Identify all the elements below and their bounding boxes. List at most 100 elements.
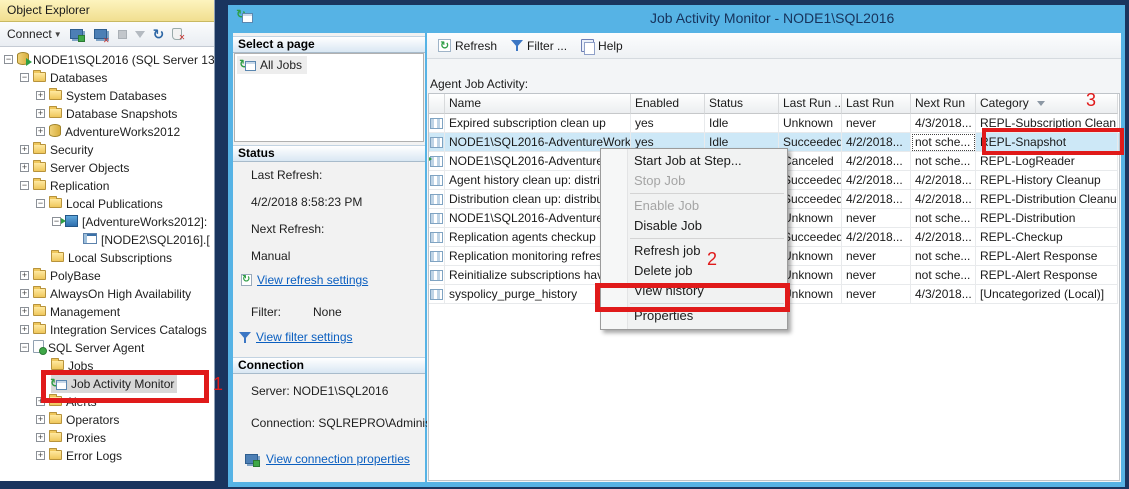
- cell-category[interactable]: REPL-Distribution: [976, 209, 1118, 228]
- cell-next_run[interactable]: not sche...: [911, 133, 976, 152]
- cell-last_run_outcome[interactable]: Unknown: [779, 266, 842, 285]
- tree-item-local-publications[interactable]: − Local Publications: [0, 194, 214, 212]
- expand-toggle[interactable]: +: [36, 109, 45, 119]
- column-header-name[interactable]: Name: [445, 94, 631, 114]
- cell-category[interactable]: REPL-History Cleanup: [976, 171, 1118, 190]
- cell-last_run[interactable]: never: [842, 266, 911, 285]
- column-header-enabled[interactable]: Enabled: [631, 94, 705, 114]
- tree-item-alwayson-high-availability[interactable]: + AlwaysOn High Availability: [0, 284, 214, 302]
- filter-button[interactable]: Filter ...: [504, 36, 574, 56]
- cell-category[interactable]: REPL-LogReader: [976, 152, 1118, 171]
- help-button[interactable]: Help: [574, 36, 630, 56]
- cell-category[interactable]: REPL-Snapshot: [976, 133, 1118, 152]
- menu-item-refresh-job[interactable]: Refresh job: [601, 241, 787, 261]
- tree-item-integration-services-catalogs[interactable]: + Integration Services Catalogs: [0, 320, 214, 338]
- column-header-category[interactable]: Category: [976, 94, 1118, 114]
- expand-toggle[interactable]: +: [36, 127, 45, 137]
- menu-item-properties[interactable]: Properties: [601, 306, 787, 326]
- tree-item-replication[interactable]: − Replication: [0, 176, 214, 194]
- column-header-last-run[interactable]: Last Run: [842, 94, 911, 114]
- cell-last_run[interactable]: 4/2/2018...: [842, 152, 911, 171]
- tree-item-job-activity-monitor[interactable]: Job Activity Monitor: [0, 374, 214, 393]
- expand-toggle[interactable]: +: [20, 271, 29, 281]
- cell-next_run[interactable]: 4/2/2018...: [911, 228, 976, 247]
- collapse-toggle[interactable]: −: [20, 73, 29, 83]
- column-header-next-run[interactable]: Next Run: [911, 94, 976, 114]
- cell-last_run[interactable]: never: [842, 247, 911, 266]
- tree-item-node1-sql2016-sql-server-13-0-1[interactable]: − NODE1\SQL2016 (SQL Server 13.0.1: [0, 50, 214, 68]
- collapse-toggle[interactable]: −: [4, 55, 13, 65]
- expand-toggle[interactable]: +: [20, 289, 29, 299]
- tree-item-management[interactable]: + Management: [0, 302, 214, 320]
- cell-last_run_outcome[interactable]: Unknown: [779, 247, 842, 266]
- menu-item-disable-job[interactable]: Disable Job: [601, 216, 787, 236]
- cell-next_run[interactable]: not sche...: [911, 209, 976, 228]
- cell-last_run_outcome[interactable]: Succeeded: [779, 228, 842, 247]
- cell-enabled[interactable]: yes: [631, 114, 705, 133]
- menu-item-delete-job[interactable]: Delete job: [601, 261, 787, 281]
- column-header-icon[interactable]: [429, 94, 445, 114]
- view-refresh-settings-link[interactable]: View refresh settings: [257, 273, 368, 287]
- collapse-toggle[interactable]: −: [36, 199, 45, 209]
- connect-server-icon[interactable]: [69, 29, 85, 42]
- expand-toggle[interactable]: +: [36, 433, 45, 443]
- cell-category[interactable]: REPL-Distribution Cleanup: [976, 190, 1118, 209]
- expand-toggle[interactable]: +: [20, 307, 29, 317]
- refresh-button[interactable]: Refresh: [431, 36, 504, 56]
- connect-button[interactable]: Connect ▼: [7, 27, 62, 41]
- tree-item-error-logs[interactable]: + Error Logs: [0, 446, 214, 464]
- cell-last_run[interactable]: never: [842, 285, 911, 304]
- cell-next_run[interactable]: not sche...: [911, 266, 976, 285]
- disconnect-server-icon[interactable]: [93, 29, 110, 45]
- menu-item-start-job-at-step[interactable]: Start Job at Step...: [601, 151, 787, 171]
- cell-last_run_outcome[interactable]: Unknown: [779, 114, 842, 133]
- column-header-last-run[interactable]: Last Run ...: [779, 94, 842, 114]
- tree-item-polybase[interactable]: + PolyBase: [0, 266, 214, 284]
- expand-toggle[interactable]: +: [20, 163, 29, 173]
- tree-item-node2-sql2016[interactable]: [NODE2\SQL2016].[: [0, 230, 214, 248]
- refresh-icon[interactable]: ↻: [153, 27, 165, 41]
- tree-item-sql-server-agent[interactable]: − SQL Server Agent: [0, 338, 214, 356]
- menu-item-view-history[interactable]: View history: [601, 281, 787, 301]
- expand-toggle[interactable]: +: [36, 91, 45, 101]
- cell-next_run[interactable]: 4/3/2018...: [911, 114, 976, 133]
- view-connection-properties-link[interactable]: View connection properties: [266, 452, 410, 466]
- cell-last_run[interactable]: 4/2/2018...: [842, 228, 911, 247]
- tree-item-system-databases[interactable]: + System Databases: [0, 86, 214, 104]
- cell-next_run[interactable]: 4/2/2018...: [911, 171, 976, 190]
- collapse-toggle[interactable]: −: [52, 217, 61, 227]
- cell-status[interactable]: Idle: [705, 114, 779, 133]
- window-titlebar[interactable]: Job Activity Monitor - NODE1\SQL2016: [228, 5, 1125, 31]
- collapse-toggle[interactable]: −: [20, 181, 29, 191]
- page-item-all-jobs[interactable]: All Jobs: [237, 55, 307, 74]
- cell-last_run[interactable]: 4/2/2018...: [842, 133, 911, 152]
- tree-item-server-objects[interactable]: + Server Objects: [0, 158, 214, 176]
- cell-category[interactable]: REPL-Alert Response: [976, 247, 1118, 266]
- tree-item-database-snapshots[interactable]: + Database Snapshots: [0, 104, 214, 122]
- tree-item-adventureworks2012[interactable]: − [AdventureWorks2012]:: [0, 212, 214, 230]
- expand-toggle[interactable]: +: [36, 415, 45, 425]
- cell-last_run[interactable]: 4/2/2018...: [842, 171, 911, 190]
- stop-script-icon[interactable]: [172, 28, 185, 42]
- cell-last_run[interactable]: never: [842, 114, 911, 133]
- tree-item-alerts[interactable]: + Alerts: [0, 392, 214, 410]
- cell-next_run[interactable]: 4/3/2018...: [911, 285, 976, 304]
- cell-next_run[interactable]: not sche...: [911, 152, 976, 171]
- tree-item-local-subscriptions[interactable]: Local Subscriptions: [0, 248, 214, 266]
- tree-item-jobs[interactable]: Jobs: [0, 356, 214, 374]
- cell-last_run[interactable]: 4/2/2018...: [842, 190, 911, 209]
- tree-item-databases[interactable]: − Databases: [0, 68, 214, 86]
- cell-category[interactable]: [Uncategorized (Local)]: [976, 285, 1118, 304]
- expand-toggle[interactable]: +: [20, 145, 29, 155]
- cell-next_run[interactable]: 4/2/2018...: [911, 190, 976, 209]
- cell-category[interactable]: REPL-Subscription Clean...: [976, 114, 1118, 133]
- cell-category[interactable]: REPL-Alert Response: [976, 266, 1118, 285]
- cell-last_run_outcome[interactable]: Unknown: [779, 285, 842, 304]
- cell-last_run_outcome[interactable]: Succeeded: [779, 190, 842, 209]
- cell-next_run[interactable]: not sche...: [911, 247, 976, 266]
- table-row[interactable]: Expired subscription clean up yes Idle Unkn…: [429, 114, 1119, 133]
- tree-item-adventureworks2012[interactable]: + AdventureWorks2012: [0, 122, 214, 140]
- cell-last_run_outcome[interactable]: Unknown: [779, 209, 842, 228]
- tree-item-operators[interactable]: + Operators: [0, 410, 214, 428]
- cell-last_run_outcome[interactable]: Canceled: [779, 152, 842, 171]
